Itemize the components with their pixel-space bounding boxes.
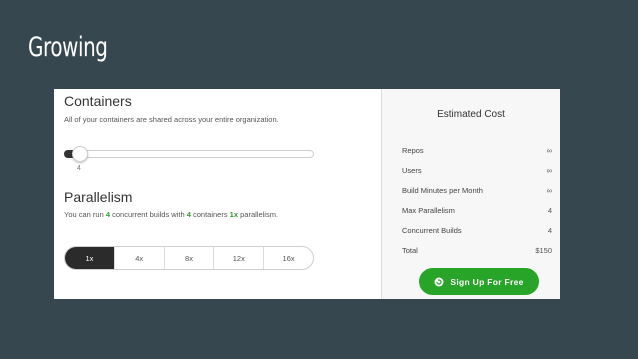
cost-table: Repos ∞ Users ∞ Build Minutes per Month …: [402, 140, 552, 260]
parallelism-heading: Parallelism: [64, 189, 133, 205]
cost-label: Concurrent Builds: [402, 225, 462, 235]
containers-description: All of your containers are shared across…: [64, 115, 279, 124]
slide-title: Growing: [28, 32, 108, 63]
containers-slider-handle[interactable]: [72, 146, 88, 162]
pricing-panel: Containers All of your containers are sh…: [54, 89, 560, 299]
parallelism-description: You can run 4 concurrent builds with 4 c…: [64, 210, 279, 219]
parallelism-option-1x[interactable]: 1x: [65, 247, 115, 269]
cost-value: ∞: [546, 145, 552, 155]
cost-row-build-minutes: Build Minutes per Month ∞: [402, 180, 552, 200]
cost-label: Total: [402, 245, 418, 255]
configuration-section: Containers All of your containers are sh…: [54, 89, 382, 299]
cost-row-repos: Repos ∞: [402, 140, 552, 160]
containers-heading: Containers: [64, 93, 132, 109]
estimated-cost-section: Estimated Cost Repos ∞ Users ∞ Build Min…: [382, 89, 560, 299]
cost-label: Build Minutes per Month: [402, 185, 483, 195]
parallelism-option-16x[interactable]: 16x: [264, 247, 313, 269]
parallelism-option-12x[interactable]: 12x: [214, 247, 265, 269]
cost-row-users: Users ∞: [402, 160, 552, 180]
parallelism-option-8x[interactable]: 8x: [165, 247, 215, 269]
parallelism-factor: 1x: [229, 210, 239, 219]
cost-label: Max Parallelism: [402, 205, 455, 215]
cost-row-max-parallelism: Max Parallelism 4: [402, 200, 552, 220]
cost-value: ∞: [546, 165, 552, 175]
sign-up-label: Sign Up For Free: [450, 276, 524, 287]
cost-row-total: Total $150: [402, 240, 552, 260]
cost-value: 4: [547, 225, 552, 235]
refresh-circle-icon: [434, 277, 444, 287]
cost-value: 4: [547, 205, 552, 215]
cost-label: Users: [402, 165, 422, 175]
cost-label: Repos: [402, 145, 424, 155]
cost-row-concurrent-builds: Concurrent Builds 4: [402, 220, 552, 240]
sign-up-button[interactable]: Sign Up For Free: [419, 268, 539, 295]
estimated-cost-title: Estimated Cost: [437, 109, 505, 120]
cost-value: ∞: [546, 185, 552, 195]
containers-slider-value: 4: [77, 165, 81, 172]
containers-slider-track[interactable]: [64, 150, 314, 158]
parallelism-option-4x[interactable]: 4x: [115, 247, 165, 269]
parallelism-selector: 1x 4x 8x 12x 16x: [64, 246, 314, 270]
cost-value: $150: [535, 245, 552, 255]
